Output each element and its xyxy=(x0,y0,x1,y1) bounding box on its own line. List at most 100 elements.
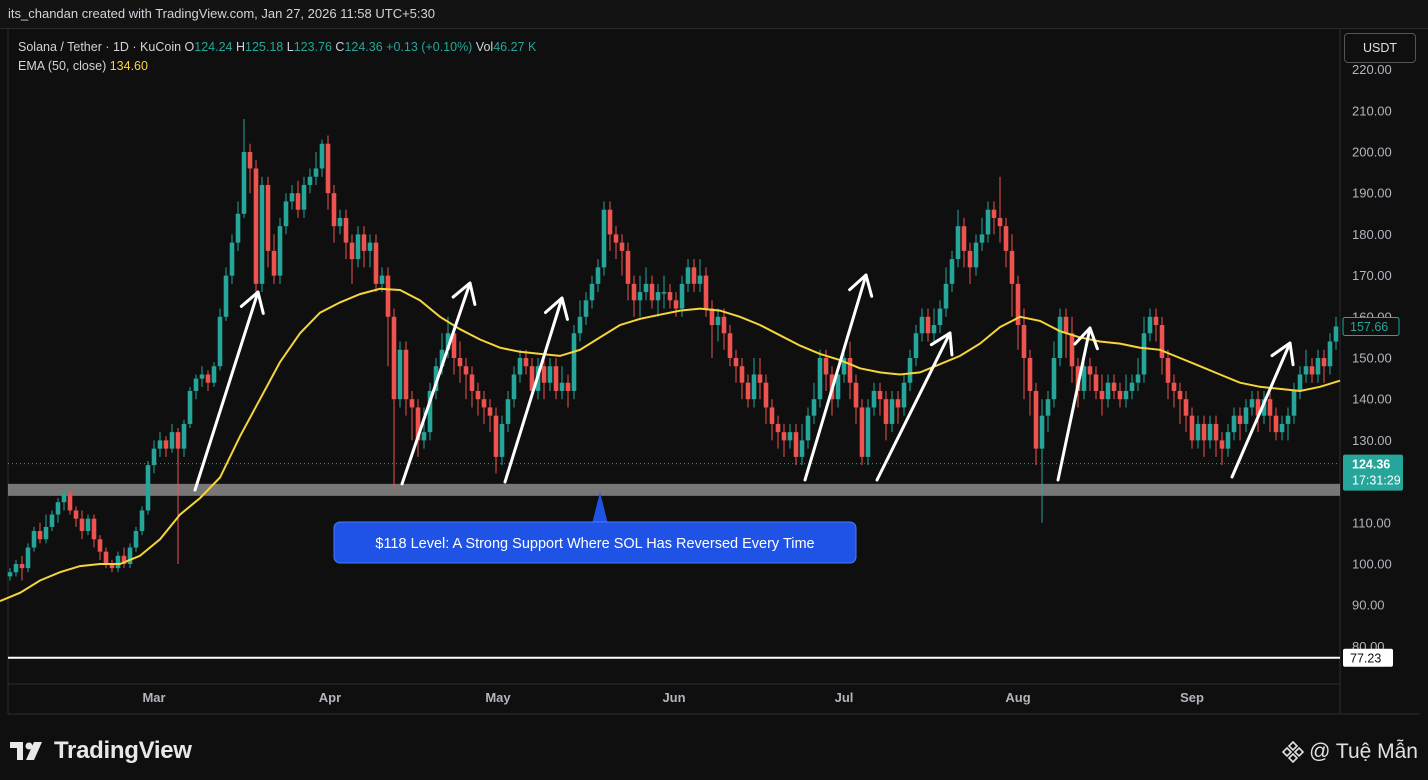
candle-body xyxy=(1231,415,1237,433)
candle-body xyxy=(457,358,463,367)
candle-body xyxy=(1045,399,1051,416)
chart-legend: Solana / Tether · 1D · KuCoin O124.24 H1… xyxy=(18,38,536,76)
high-value: 125.18 xyxy=(245,40,284,54)
x-tick-label: May xyxy=(485,690,511,705)
price-chart[interactable]: 80.0090.00100.00110.00120.00130.00140.00… xyxy=(0,0,1428,716)
candle-body xyxy=(1093,374,1099,391)
candle-body xyxy=(727,333,733,358)
low-value: 123.76 xyxy=(293,40,332,54)
candle-body xyxy=(655,292,661,301)
countdown-text: 17:31:29 xyxy=(1352,474,1401,488)
x-tick-label: Jul xyxy=(835,690,854,705)
candle-body xyxy=(1273,415,1279,433)
candle-body xyxy=(1183,399,1189,416)
x-tick-label: Jun xyxy=(662,690,685,705)
callout-text: $118 Level: A Strong Support Where SOL H… xyxy=(375,536,814,552)
candle-body xyxy=(949,259,955,284)
candle-body xyxy=(331,193,337,227)
candle-body xyxy=(325,143,331,194)
candle-body xyxy=(1057,316,1063,358)
candle-body xyxy=(379,275,385,284)
candle-body xyxy=(85,518,91,532)
candle-body xyxy=(289,193,295,202)
tradingview-logo-icon xyxy=(10,742,42,760)
ema-label[interactable]: EMA (50, close) xyxy=(18,59,106,73)
candle-body xyxy=(499,423,505,457)
candle-body xyxy=(1201,423,1207,441)
candle-body xyxy=(223,275,229,317)
candle-body xyxy=(589,283,595,301)
candle-body xyxy=(1213,423,1219,441)
candle-body xyxy=(583,300,589,317)
candle-body xyxy=(319,143,325,169)
candle-body xyxy=(985,209,991,235)
candle-body xyxy=(631,283,637,301)
candle-body xyxy=(361,234,367,251)
low-label: L xyxy=(286,40,294,54)
candle-body xyxy=(625,250,631,284)
candle-body xyxy=(187,390,193,424)
candle-body xyxy=(385,275,391,317)
tradingview-logo[interactable]: TradingView xyxy=(10,737,192,765)
volume-value: 46.27 K xyxy=(493,40,537,54)
diamond-logo-icon xyxy=(1281,740,1305,764)
candle-body xyxy=(649,283,655,301)
candle-body xyxy=(595,267,601,284)
candle-body xyxy=(853,382,859,408)
candle-body xyxy=(463,366,469,375)
x-tick-label: Sep xyxy=(1180,690,1204,705)
candle-body xyxy=(817,358,823,400)
candle-body xyxy=(211,366,217,383)
candle-body xyxy=(157,440,163,449)
candle-body xyxy=(1171,382,1177,391)
candle-body xyxy=(1105,382,1111,400)
candle-body xyxy=(49,514,55,527)
candle-body xyxy=(637,292,643,301)
candle-body xyxy=(1003,226,1009,251)
candle-body xyxy=(1249,399,1255,408)
candle-body xyxy=(505,399,511,424)
candle-body xyxy=(91,518,97,540)
candle-body xyxy=(823,358,829,375)
candle-body xyxy=(775,423,781,433)
y-tick-label: 210.00 xyxy=(1352,103,1392,118)
candle-body xyxy=(409,399,415,408)
candle-body xyxy=(1033,390,1039,449)
candle-body xyxy=(1327,341,1333,367)
candle-body xyxy=(661,292,667,294)
candle-body xyxy=(1159,325,1165,358)
candle-body xyxy=(751,374,757,400)
plot-area[interactable] xyxy=(8,29,1340,684)
candle-body xyxy=(973,242,979,268)
candle-body xyxy=(517,358,523,375)
candle-body xyxy=(271,250,277,276)
candle-body xyxy=(55,502,61,515)
candle-body xyxy=(313,168,319,177)
candle-body xyxy=(871,390,877,408)
candle-body xyxy=(349,242,355,260)
candle-body xyxy=(37,531,43,540)
candle-body xyxy=(1069,333,1075,367)
high-label: H xyxy=(236,40,246,54)
candle-body xyxy=(247,152,253,169)
candle-body xyxy=(919,316,925,334)
candle-body xyxy=(1321,358,1327,367)
ohlc-row: Solana / Tether · 1D · KuCoin O124.24 H1… xyxy=(18,38,536,57)
symbol-label[interactable]: Solana / Tether · 1D · KuCoin xyxy=(18,40,181,54)
candle-body xyxy=(697,275,703,284)
candle-body xyxy=(1129,382,1135,391)
candle-body xyxy=(1051,358,1057,400)
candle-body xyxy=(877,390,883,400)
change-value: +0.13 (+0.10%) xyxy=(386,40,473,54)
currency-button[interactable]: USDT xyxy=(1344,33,1416,63)
y-tick-label: 200.00 xyxy=(1352,145,1392,160)
candle-body xyxy=(79,518,85,532)
candle-body xyxy=(367,242,373,251)
candle-body xyxy=(955,226,961,260)
candle-body xyxy=(1303,366,1309,375)
candle-body xyxy=(895,399,901,408)
candle-body xyxy=(169,432,175,449)
candle-body xyxy=(241,152,247,214)
y-tick-label: 180.00 xyxy=(1352,227,1392,242)
candle-body xyxy=(913,333,919,358)
